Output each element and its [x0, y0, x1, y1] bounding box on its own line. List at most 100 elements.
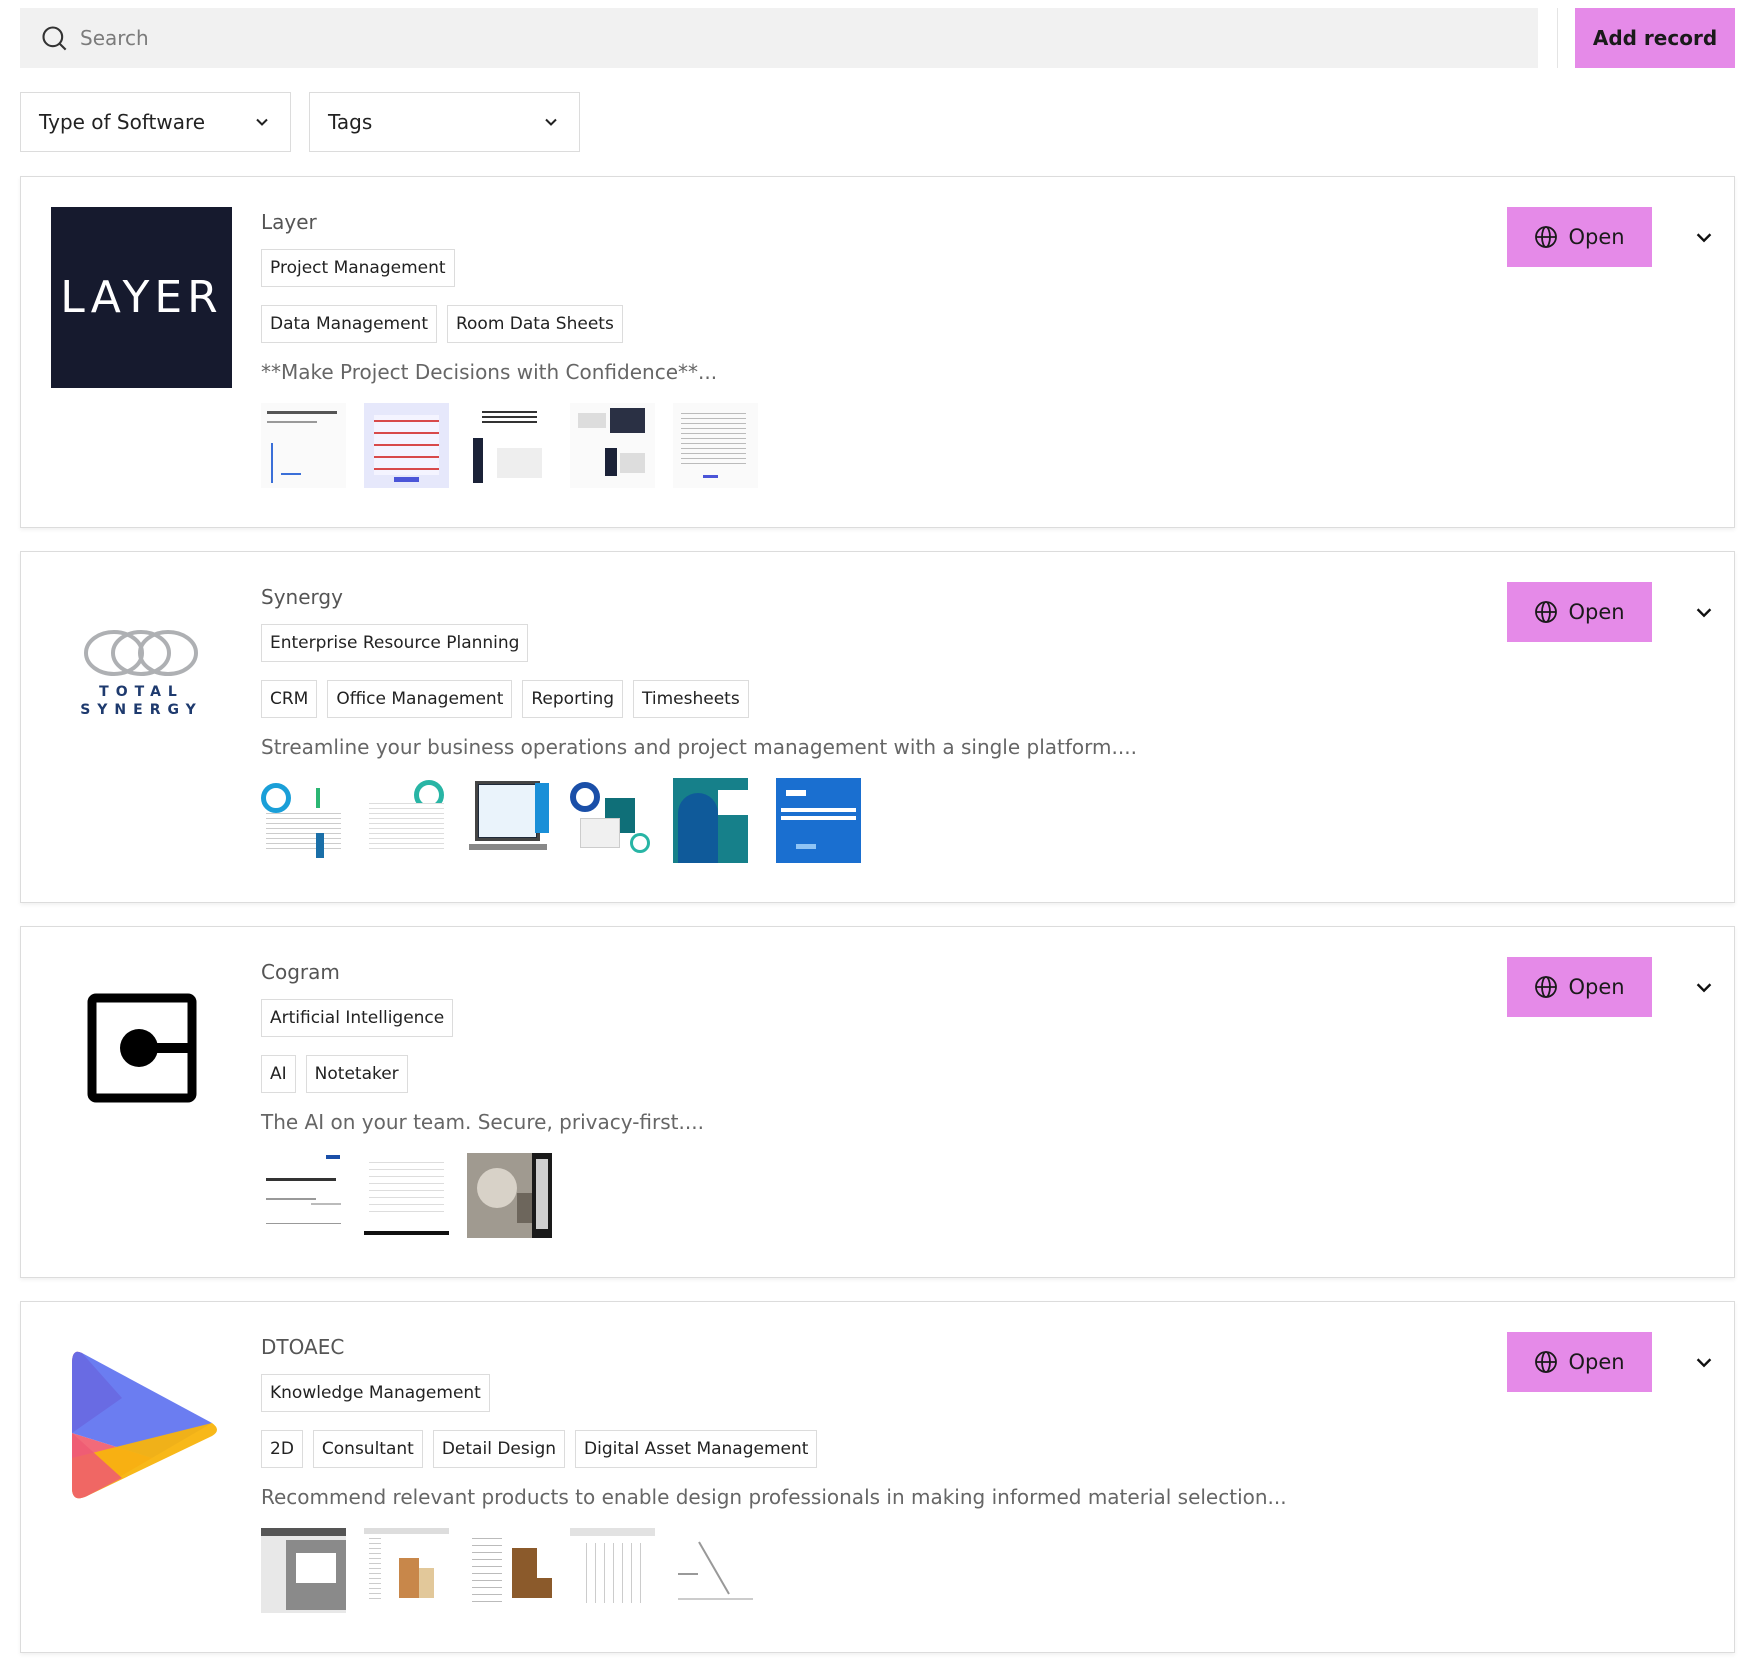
thumbnail-strip	[261, 1153, 1461, 1238]
record-description: The AI on your team. Secure, privacy-fir…	[261, 1110, 704, 1134]
dtoaec-logo	[51, 1332, 232, 1513]
open-label: Open	[1568, 1350, 1625, 1374]
globe-icon	[1535, 226, 1558, 248]
thumbnail[interactable]	[364, 1528, 449, 1613]
search-box[interactable]	[20, 8, 1538, 68]
record-card-layer[interactable]: LAYER Layer Project Management Data Mana…	[20, 176, 1735, 528]
divider	[1557, 8, 1558, 68]
tag[interactable]: Reporting	[522, 680, 624, 718]
layer-logo: LAYER	[51, 207, 232, 388]
chevron-down-icon	[256, 118, 268, 126]
thumbnail[interactable]	[261, 1528, 346, 1613]
open-button[interactable]: Open	[1507, 582, 1652, 642]
tag[interactable]: Consultant	[312, 1430, 423, 1468]
filter-bar: Type of Software Tags	[20, 92, 580, 152]
thumbnail[interactable]	[776, 778, 861, 863]
filter-type-of-software[interactable]: Type of Software	[20, 92, 291, 152]
record-content: Cogram Artificial Intelligence AI Noteta…	[261, 957, 1461, 1238]
thumbnail[interactable]	[364, 1153, 449, 1238]
top-bar: Add record	[20, 8, 1735, 68]
thumbnail-strip	[261, 1528, 1461, 1613]
expand-button[interactable]	[1689, 219, 1719, 255]
tag[interactable]: Room Data Sheets	[446, 305, 623, 343]
primary-tag-row: Project Management	[261, 249, 1461, 287]
thumbnail[interactable]	[570, 403, 655, 488]
search-input[interactable]	[80, 26, 1480, 50]
thumbnail[interactable]	[261, 778, 346, 863]
expand-button[interactable]	[1689, 1344, 1719, 1380]
globe-icon	[1535, 976, 1558, 998]
chevron-down-icon	[1696, 233, 1712, 243]
tag[interactable]: 2D	[261, 1430, 303, 1468]
expand-button[interactable]	[1689, 969, 1719, 1005]
tag[interactable]: Knowledge Management	[261, 1374, 490, 1412]
cogram-icon	[87, 993, 196, 1102]
thumbnail[interactable]	[364, 403, 449, 488]
expand-button[interactable]	[1689, 594, 1719, 630]
thumbnail[interactable]	[467, 1153, 552, 1238]
thumbnail[interactable]	[467, 403, 552, 488]
globe-icon	[1535, 601, 1558, 623]
record-description: Recommend relevant products to enable de…	[261, 1485, 1287, 1509]
open-label: Open	[1568, 600, 1625, 624]
record-content: Synergy Enterprise Resource Planning CRM…	[261, 582, 1461, 863]
logo-text: LAYER	[60, 272, 223, 323]
record-name: DTOAEC	[261, 1335, 345, 1359]
thumbnail[interactable]	[364, 778, 449, 863]
chevron-down-icon	[1696, 608, 1712, 618]
globe-icon	[1535, 1351, 1558, 1373]
thumbnail[interactable]	[467, 1528, 552, 1613]
tag[interactable]: AI	[261, 1055, 296, 1093]
thumbnail[interactable]	[570, 778, 655, 863]
primary-tag-row: Enterprise Resource Planning	[261, 624, 1461, 662]
thumbnail[interactable]	[261, 403, 346, 488]
filter-tags[interactable]: Tags	[309, 92, 580, 152]
record-name: Layer	[261, 210, 317, 234]
tag[interactable]: Data Management	[261, 305, 437, 343]
add-record-button[interactable]: Add record	[1575, 8, 1735, 68]
open-button[interactable]: Open	[1507, 207, 1652, 267]
tag-row: CRM Office Management Reporting Timeshee…	[261, 680, 1461, 718]
record-card-cogram[interactable]: Cogram Artificial Intelligence AI Noteta…	[20, 926, 1735, 1278]
record-card-dtoaec[interactable]: DTOAEC Knowledge Management 2D Consultan…	[20, 1301, 1735, 1653]
tag[interactable]: Digital Asset Management	[575, 1430, 818, 1468]
chevron-down-icon	[1696, 1358, 1712, 1368]
chevron-down-icon	[1696, 983, 1712, 993]
filter-label: Tags	[328, 110, 373, 134]
tag[interactable]: Artificial Intelligence	[261, 999, 454, 1037]
record-content: Layer Project Management Data Management…	[261, 207, 1461, 488]
play-logo-icon	[71, 1351, 217, 1498]
total-synergy-logo: TOTAL SYNERGY	[51, 582, 232, 763]
tag-row: Data Management Room Data Sheets	[261, 305, 1461, 343]
tag[interactable]: Detail Design	[432, 1430, 566, 1468]
record-name: Cogram	[261, 960, 340, 984]
open-label: Open	[1568, 225, 1625, 249]
thumbnail[interactable]	[673, 778, 758, 863]
open-label: Open	[1568, 975, 1625, 999]
open-button[interactable]: Open	[1507, 1332, 1652, 1392]
record-description: **Make Project Decisions with Confidence…	[261, 360, 718, 384]
chevron-down-icon	[545, 118, 557, 126]
thumbnail[interactable]	[261, 1153, 346, 1238]
logo-text: TOTAL SYNERGY	[80, 683, 203, 718]
tag[interactable]: Notetaker	[305, 1055, 408, 1093]
thumbnail[interactable]	[467, 778, 552, 863]
primary-tag-row: Artificial Intelligence	[261, 999, 1461, 1037]
thumbnail-strip	[261, 778, 1461, 863]
open-button[interactable]: Open	[1507, 957, 1652, 1017]
tag-row: AI Notetaker	[261, 1055, 1461, 1093]
tag[interactable]: Office Management	[327, 680, 513, 718]
tag[interactable]: Project Management	[261, 249, 455, 287]
tag[interactable]: Enterprise Resource Planning	[261, 624, 529, 662]
record-description: Streamline your business operations and …	[261, 735, 1137, 759]
thumbnail[interactable]	[570, 1528, 655, 1613]
synergy-rings-icon	[84, 629, 198, 676]
thumbnail[interactable]	[673, 403, 758, 488]
record-card-synergy[interactable]: TOTAL SYNERGY Synergy Enterprise Resourc…	[20, 551, 1735, 903]
cogram-logo	[51, 957, 232, 1138]
thumbnail-strip	[261, 403, 1461, 488]
thumbnail[interactable]	[673, 1528, 758, 1613]
tag[interactable]: CRM	[261, 680, 318, 718]
tag[interactable]: Timesheets	[633, 680, 749, 718]
filter-label: Type of Software	[39, 110, 206, 134]
